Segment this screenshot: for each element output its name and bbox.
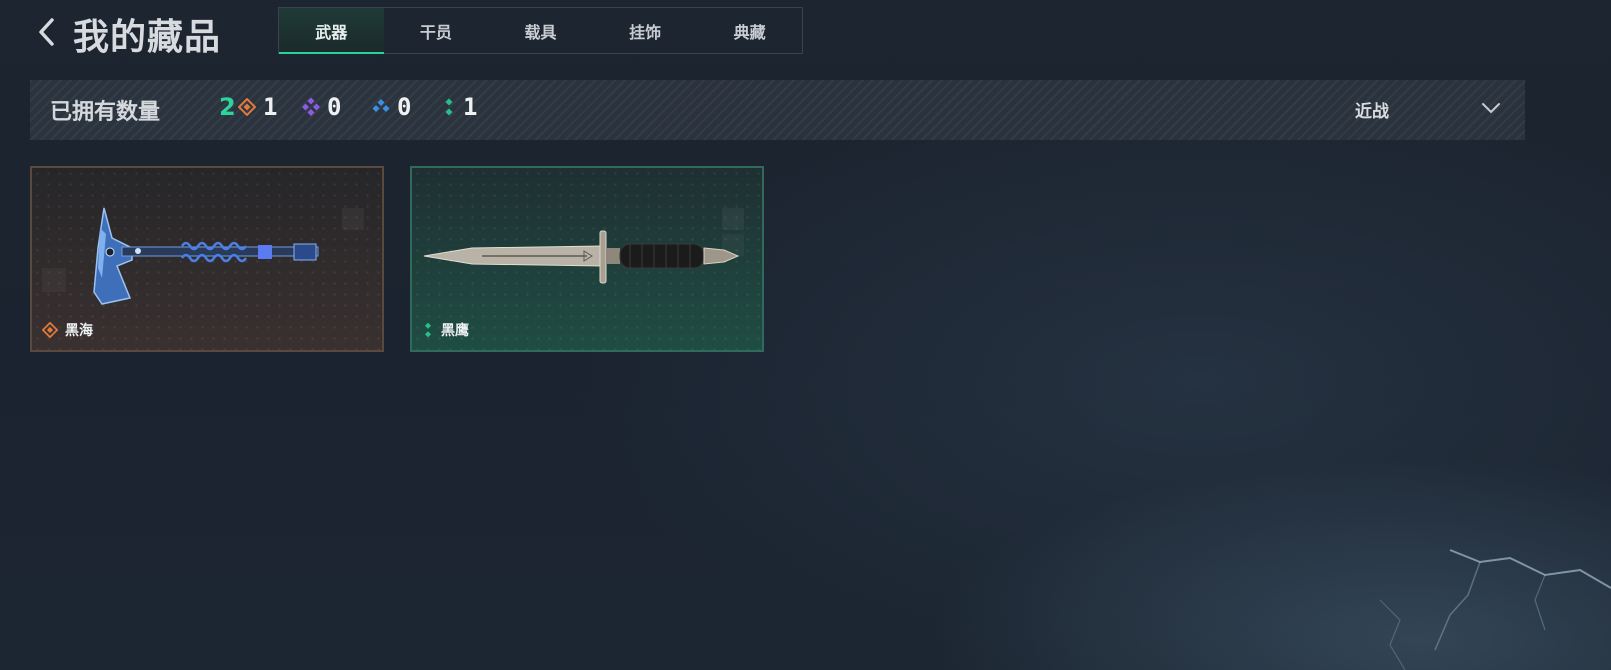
page-title: 我的藏品 — [73, 17, 222, 58]
back-button[interactable] — [34, 14, 60, 50]
item-name-label: 黑鹰 — [441, 323, 469, 339]
rarity-count-blue: 0 — [372, 93, 411, 121]
green-diamond-icon — [424, 322, 432, 338]
item-card[interactable]: 黑鹰 — [410, 166, 764, 352]
category-filter-dropdown[interactable]: 近战 — [1355, 97, 1389, 122]
owned-count-label: 已拥有数量 — [50, 100, 161, 125]
owned-count-value: 2 — [219, 93, 236, 121]
chevron-left-icon — [39, 18, 54, 46]
orange-diamond-icon — [238, 98, 256, 116]
rarity-count-purple: 0 — [302, 93, 341, 121]
rarity-count-green: 1 — [442, 93, 477, 121]
summary-bar: 已拥有数量 2 1 0 0 1 近战 — [30, 80, 1525, 140]
blue-diamond-icon — [372, 98, 390, 113]
chevron-down-icon[interactable] — [1480, 100, 1502, 116]
item-card[interactable]: 黑海 — [30, 166, 384, 352]
rarity-count-value: 0 — [327, 93, 342, 121]
item-name: 黑鹰 — [422, 320, 469, 340]
tab-weapons[interactable]: 武器 — [279, 8, 384, 54]
tab-collection[interactable]: 典藏 — [697, 8, 802, 53]
item-name-label: 黑海 — [65, 323, 93, 339]
rarity-count-value: 1 — [263, 93, 278, 121]
tab-charms[interactable]: 挂饰 — [593, 8, 698, 53]
green-diamond-icon — [445, 98, 453, 116]
purple-diamond-icon — [302, 98, 320, 116]
orange-diamond-icon — [42, 322, 58, 338]
tab-operators[interactable]: 干员 — [384, 8, 489, 53]
tab-vehicles[interactable]: 载具 — [488, 8, 593, 53]
rarity-count-orange: 1 — [238, 93, 277, 121]
lightning-decoration — [1379, 549, 1611, 670]
rarity-count-value: 0 — [397, 93, 412, 121]
item-name: 黑海 — [42, 320, 93, 340]
rarity-count-value: 1 — [463, 93, 478, 121]
category-tabs: 武器 干员 载具 挂饰 典藏 — [278, 7, 803, 54]
